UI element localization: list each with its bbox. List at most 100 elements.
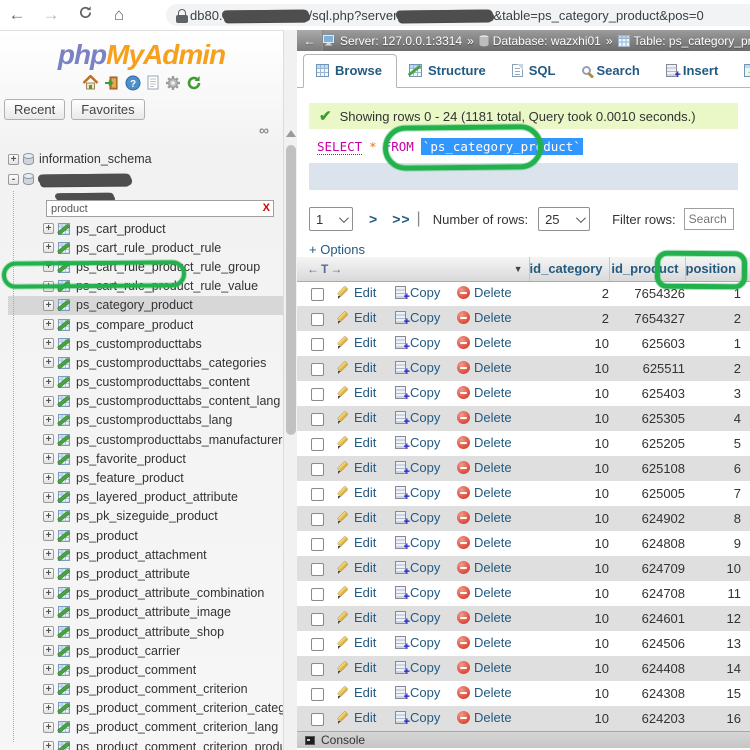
expand-plus-icon[interactable]: + [43, 510, 54, 522]
sidebar-table-item[interactable]: + ps_product_comment [8, 660, 283, 679]
row-checkbox[interactable] [310, 513, 324, 527]
sidebar-table-item[interactable]: + ps_pk_sizeguide_product [8, 507, 283, 526]
edit-link[interactable]: Edit [337, 710, 376, 725]
delete-link[interactable]: Delete [457, 410, 512, 425]
expand-plus-icon[interactable]: + [43, 319, 54, 331]
rows-per-page-select[interactable]: 25 [538, 207, 591, 231]
recent-button[interactable]: Recent [4, 99, 66, 120]
expand-plus-icon[interactable]: + [43, 741, 54, 750]
browser-back-icon[interactable]: ← [0, 5, 34, 25]
expand-plus-icon[interactable]: + [43, 242, 54, 254]
unlink-panel-icon[interactable]: ∞ [259, 122, 269, 138]
expand-plus-icon[interactable]: + [43, 376, 54, 388]
options-toggle-link[interactable]: + Options [309, 242, 365, 257]
favorites-button[interactable]: Favorites [71, 99, 145, 120]
docs-icon[interactable] [146, 75, 160, 91]
sidebar-table-item[interactable]: + ps_product_comment_criterion [8, 680, 283, 699]
expand-plus-icon[interactable]: + [43, 606, 54, 618]
edit-link[interactable]: Edit [337, 635, 376, 650]
row-checkbox[interactable] [310, 488, 324, 502]
delete-link[interactable]: Delete [457, 660, 512, 675]
help-icon[interactable]: ? [125, 75, 141, 91]
column-nav-arrows[interactable]: ←T→ [307, 262, 344, 276]
delete-link[interactable]: Delete [457, 635, 512, 650]
edit-link[interactable]: Edit [337, 535, 376, 550]
edit-link[interactable]: Edit [337, 335, 376, 350]
tab-structure[interactable]: Structure [397, 55, 500, 87]
table-filter-input[interactable] [46, 200, 274, 217]
sidebar-table-item[interactable]: + ps_cart_product [8, 219, 283, 238]
expand-plus-icon[interactable]: + [43, 530, 54, 542]
edit-link[interactable]: Edit [337, 610, 376, 625]
edit-link[interactable]: Edit [337, 685, 376, 700]
expand-plus-icon[interactable]: + [43, 491, 54, 503]
sidebar-table-item[interactable]: + ps_cart_rule_product_rule [8, 238, 283, 257]
tab-browse[interactable]: Browse [303, 54, 397, 88]
column-header-position[interactable]: position [684, 257, 742, 282]
expand-plus-icon[interactable]: + [43, 664, 54, 676]
edit-link[interactable]: Edit [337, 485, 376, 500]
delete-link[interactable]: Delete [457, 560, 512, 575]
expand-plus-icon[interactable]: + [43, 721, 54, 733]
copy-link[interactable]: Copy [395, 360, 440, 378]
tree-item-information-schema[interactable]: + information_schema [8, 149, 283, 169]
copy-link[interactable]: Copy [395, 685, 440, 703]
browser-home-icon[interactable]: ⌂ [102, 5, 136, 25]
edit-link[interactable]: Edit [337, 385, 376, 400]
tab-insert[interactable]: Insert [654, 55, 732, 87]
breadcrumb-database[interactable]: Database: wazxhi01 [479, 34, 601, 48]
delete-link[interactable]: Delete [457, 385, 512, 400]
column-header-id-category[interactable]: id_category [528, 257, 610, 282]
expand-plus-icon[interactable]: + [43, 299, 54, 311]
phpmyadmin-logo[interactable]: phpMyAdmin [0, 39, 283, 71]
sidebar-table-item[interactable]: + ps_product [8, 526, 283, 545]
expand-plus-icon[interactable]: + [43, 261, 54, 273]
sidebar-table-item[interactable]: + ps_product_attribute [8, 564, 283, 583]
tab-export[interactable]: Export [732, 55, 750, 87]
sidebar-table-item[interactable]: + ps_product_comment_criterion_category [8, 699, 283, 718]
copy-link[interactable]: Copy [395, 460, 440, 478]
tab-sql[interactable]: SQL [500, 55, 570, 87]
expand-plus-icon[interactable]: + [43, 223, 54, 235]
row-checkbox[interactable] [310, 713, 324, 727]
row-checkbox[interactable] [310, 563, 324, 577]
settings-icon[interactable] [165, 75, 181, 91]
row-checkbox[interactable] [310, 338, 324, 352]
sidebar-table-item[interactable]: + ps_category_product [8, 295, 283, 315]
logout-icon[interactable] [104, 75, 120, 91]
edit-link[interactable]: Edit [337, 460, 376, 475]
browser-forward-icon[interactable]: → [34, 5, 68, 25]
row-checkbox[interactable] [310, 438, 324, 452]
home-icon[interactable] [82, 75, 99, 91]
sidebar-scrollbar[interactable] [283, 30, 297, 750]
edit-link[interactable]: Edit [337, 310, 376, 325]
delete-link[interactable]: Delete [457, 710, 512, 725]
row-checkbox[interactable] [310, 688, 324, 702]
sidebar-table-item[interactable]: + ps_customproducttabs_lang [8, 411, 283, 430]
delete-link[interactable]: Delete [457, 335, 512, 350]
edit-link[interactable]: Edit [337, 285, 376, 300]
sidebar-table-item[interactable]: + ps_favorite_product [8, 449, 283, 468]
copy-link[interactable]: Copy [395, 510, 440, 528]
sql-query-display[interactable]: SELECT * FROM `ps_category_product` [309, 130, 738, 163]
sidebar-table-item[interactable]: + ps_product_comment_criterion_lang [8, 718, 283, 737]
row-checkbox[interactable] [310, 663, 324, 677]
copy-link[interactable]: Copy [395, 710, 440, 728]
scrollbar-up-arrow[interactable] [286, 130, 296, 137]
row-checkbox[interactable] [310, 538, 324, 552]
expand-plus-icon[interactable]: + [43, 683, 54, 695]
sidebar-table-item[interactable]: + ps_product_attribute_image [8, 603, 283, 622]
copy-link[interactable]: Copy [395, 385, 440, 403]
tab-search[interactable]: Search [570, 55, 654, 87]
edit-link[interactable]: Edit [337, 435, 376, 450]
edit-link[interactable]: Edit [337, 560, 376, 575]
sidebar-table-item[interactable]: + ps_customproducttabs_manufacturers [8, 430, 283, 449]
delete-link[interactable]: Delete [457, 310, 512, 325]
delete-link[interactable]: Delete [457, 460, 512, 475]
edit-link[interactable]: Edit [337, 510, 376, 525]
scrollbar-thumb[interactable] [285, 145, 296, 435]
copy-link[interactable]: Copy [395, 610, 440, 628]
delete-link[interactable]: Delete [457, 535, 512, 550]
refresh-nav-icon[interactable] [186, 75, 202, 91]
breadcrumb-server[interactable]: Server: 127.0.0.1:3314 [323, 34, 462, 48]
